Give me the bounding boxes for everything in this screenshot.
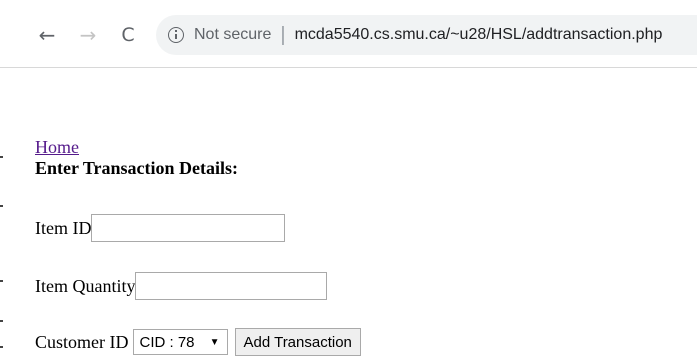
url-text[interactable]: mcda5540.cs.smu.ca/~u28/HSL/addtransacti… <box>295 26 663 44</box>
item-id-label: Item ID <box>35 217 92 238</box>
dropdown-arrow-icon: ▼ <box>209 336 220 348</box>
edge-mark <box>0 280 3 282</box>
address-bar[interactable]: Not secure | mcda5540.cs.smu.ca/~u28/HSL… <box>156 15 697 55</box>
info-icon[interactable] <box>168 27 184 43</box>
reload-icon[interactable]: C <box>116 21 140 49</box>
item-quantity-input[interactable] <box>135 272 328 300</box>
item-quantity-label: Item Quantity <box>35 275 136 296</box>
customer-id-row: Customer ID CID : 78 ▼ Add Transaction <box>35 328 361 356</box>
browser-toolbar: ← → C Not secure | mcda5540.cs.smu.ca/~u… <box>0 0 697 68</box>
item-id-row: Item ID <box>35 214 286 242</box>
item-id-input[interactable] <box>91 214 286 242</box>
customer-id-select[interactable]: CID : 78 ▼ <box>132 329 228 355</box>
back-arrow-icon[interactable]: ← <box>35 21 59 49</box>
edge-mark <box>0 346 3 348</box>
edge-mark <box>0 156 3 158</box>
edge-mark <box>0 320 3 322</box>
item-quantity-row: Item Quantity <box>35 272 328 300</box>
url-separator: | <box>280 24 286 46</box>
security-status[interactable]: Not secure <box>194 26 271 44</box>
page-heading: Enter Transaction Details: <box>35 158 238 178</box>
page-content: Home Enter Transaction Details: <box>35 137 238 179</box>
edge-mark <box>0 205 3 207</box>
add-transaction-button[interactable]: Add Transaction <box>234 328 361 356</box>
home-link[interactable]: Home <box>35 137 238 157</box>
customer-id-label: Customer ID <box>35 331 129 352</box>
forward-arrow-icon[interactable]: → <box>76 21 100 49</box>
customer-id-selected-value: CID : 78 <box>139 333 195 351</box>
